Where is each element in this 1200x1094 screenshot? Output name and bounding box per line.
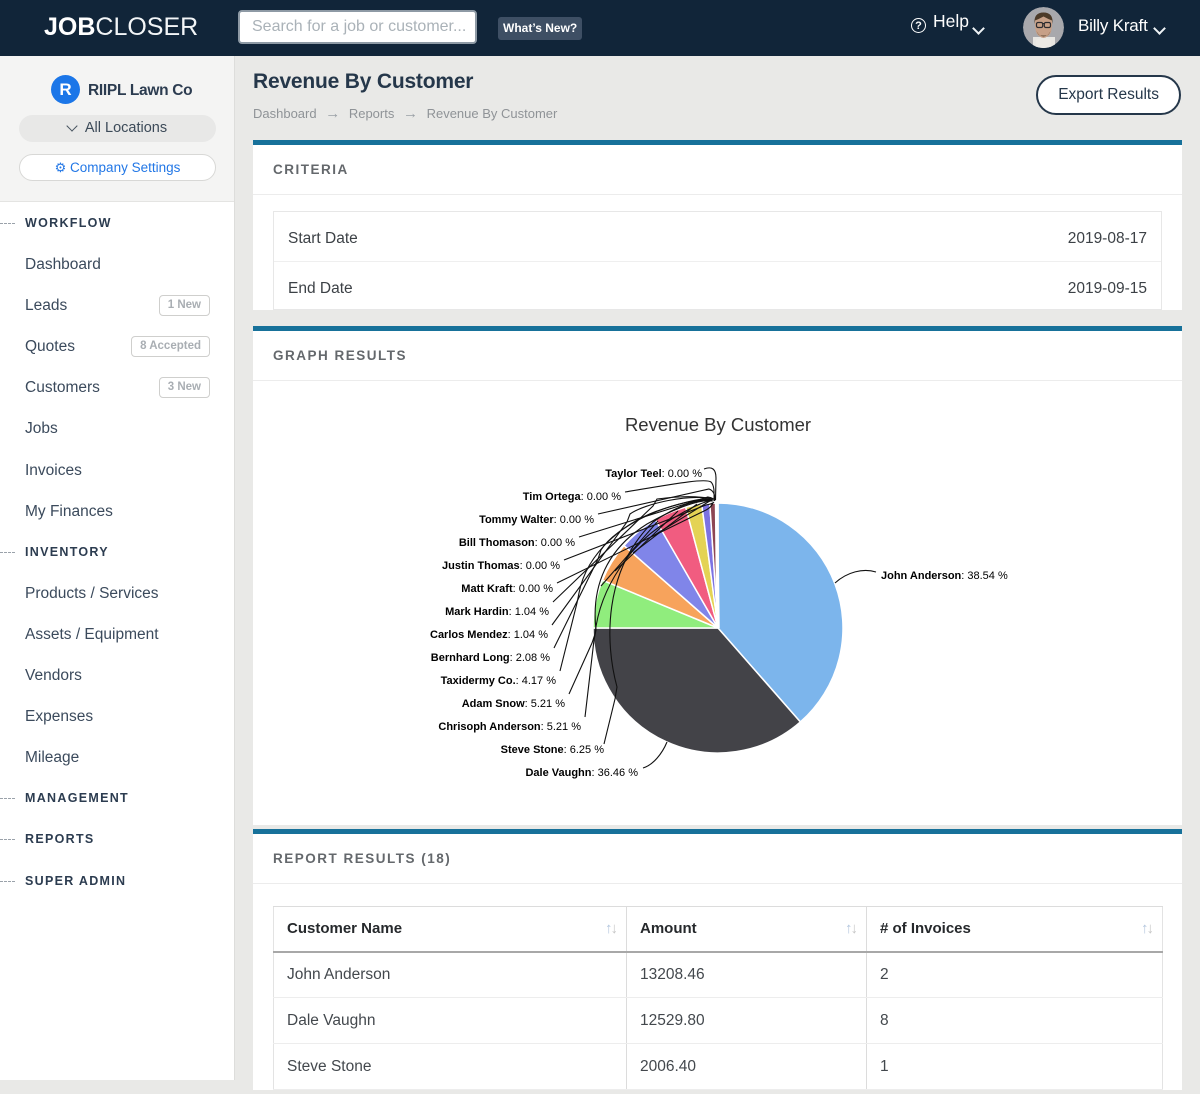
svg-text:Tim Ortega: 0.00 %: Tim Ortega: 0.00 % <box>523 491 621 503</box>
svg-text:Bill Thomason: 0.00 %: Bill Thomason: 0.00 % <box>459 537 575 549</box>
svg-text:Dale Vaughn: 36.46 %: Dale Vaughn: 36.46 % <box>525 767 638 779</box>
svg-text:Matt Kraft: 0.00 %: Matt Kraft: 0.00 % <box>461 583 553 595</box>
svg-text:Mark Hardin: 1.04 %: Mark Hardin: 1.04 % <box>445 606 549 618</box>
svg-text:Adam Snow: 5.21 %: Adam Snow: 5.21 % <box>462 698 566 710</box>
svg-text:Tommy Walter: 0.00 %: Tommy Walter: 0.00 % <box>479 514 594 526</box>
svg-text:Revenue By Customer: Revenue By Customer <box>625 414 811 435</box>
svg-text:Steve Stone: 6.25 %: Steve Stone: 6.25 % <box>501 744 605 756</box>
svg-text:Chrisoph Anderson: 5.21 %: Chrisoph Anderson: 5.21 % <box>438 721 581 733</box>
svg-text:John Anderson: 38.54 %: John Anderson: 38.54 % <box>881 570 1008 582</box>
svg-text:Carlos Mendez: 1.04 %: Carlos Mendez: 1.04 % <box>430 629 548 641</box>
svg-text:Taxidermy Co.: 4.17 %: Taxidermy Co.: 4.17 % <box>441 675 557 687</box>
svg-text:Bernhard Long: 2.08 %: Bernhard Long: 2.08 % <box>431 652 550 664</box>
svg-text:Taylor Teel: 0.00 %: Taylor Teel: 0.00 % <box>605 468 702 480</box>
svg-text:Justin Thomas: 0.00 %: Justin Thomas: 0.00 % <box>442 560 560 572</box>
